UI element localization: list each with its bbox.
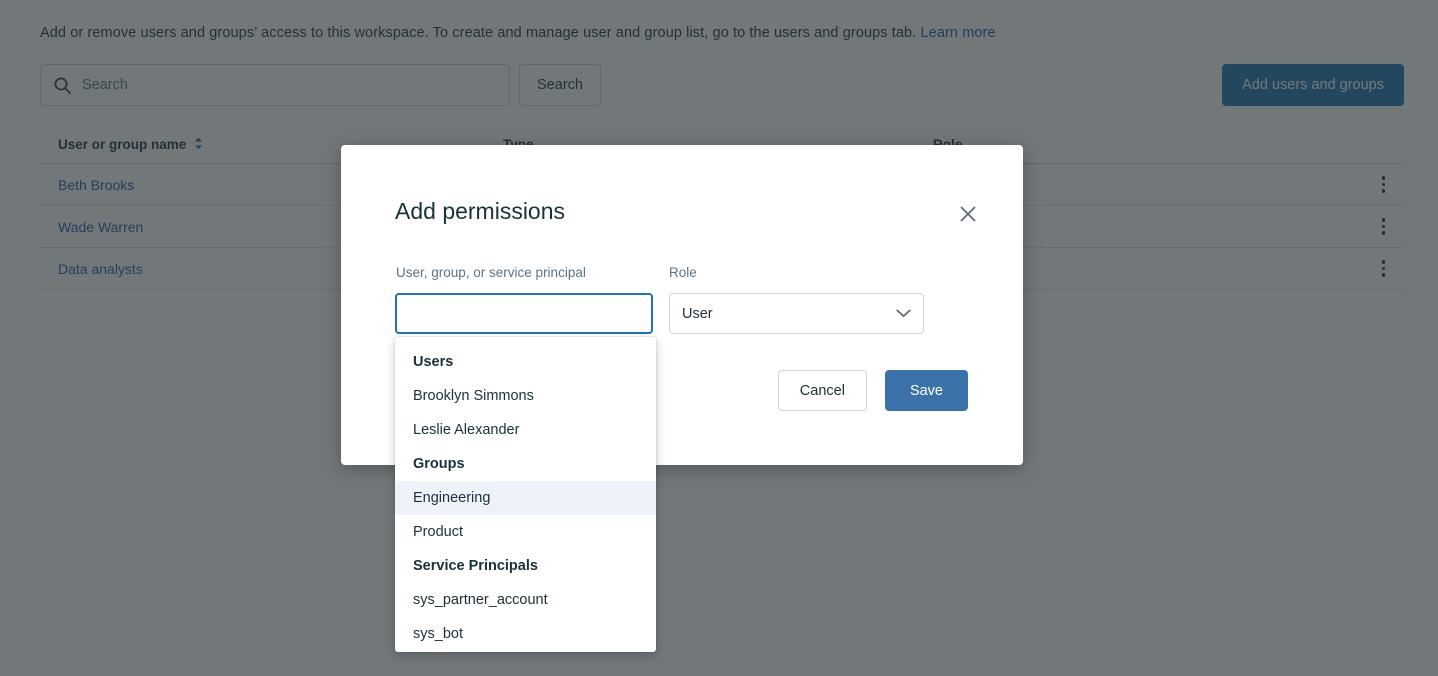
cancel-button[interactable]: Cancel bbox=[778, 370, 867, 411]
typeahead-group-header: Service Principals bbox=[395, 549, 656, 583]
role-select[interactable]: User bbox=[669, 293, 924, 334]
typeahead-option[interactable]: Brooklyn Simmons bbox=[395, 379, 656, 413]
typeahead-option[interactable]: Leslie Alexander bbox=[395, 413, 656, 447]
close-icon[interactable] bbox=[953, 199, 983, 229]
dialog-title: Add permissions bbox=[395, 198, 565, 225]
typeahead-group-header: Users bbox=[395, 345, 656, 379]
typeahead-option[interactable]: Product bbox=[395, 515, 656, 549]
dialog-actions: Cancel Save bbox=[778, 370, 968, 411]
save-button[interactable]: Save bbox=[885, 370, 968, 411]
principal-field-label: User, group, or service principal bbox=[396, 265, 586, 280]
typeahead-option[interactable]: Engineering bbox=[395, 481, 656, 515]
chevron-down-icon bbox=[896, 305, 911, 323]
principal-typeahead-dropdown: UsersBrooklyn SimmonsLeslie AlexanderGro… bbox=[395, 337, 656, 652]
typeahead-option[interactable]: sys_partner_account bbox=[395, 583, 656, 617]
principal-input[interactable] bbox=[395, 293, 653, 334]
typeahead-scroll-area[interactable]: UsersBrooklyn SimmonsLeslie AlexanderGro… bbox=[395, 337, 656, 652]
role-field-label: Role bbox=[669, 265, 697, 280]
role-select-value: User bbox=[682, 306, 896, 322]
typeahead-option[interactable]: sys_bot bbox=[395, 617, 656, 651]
typeahead-group-header: Groups bbox=[395, 447, 656, 481]
